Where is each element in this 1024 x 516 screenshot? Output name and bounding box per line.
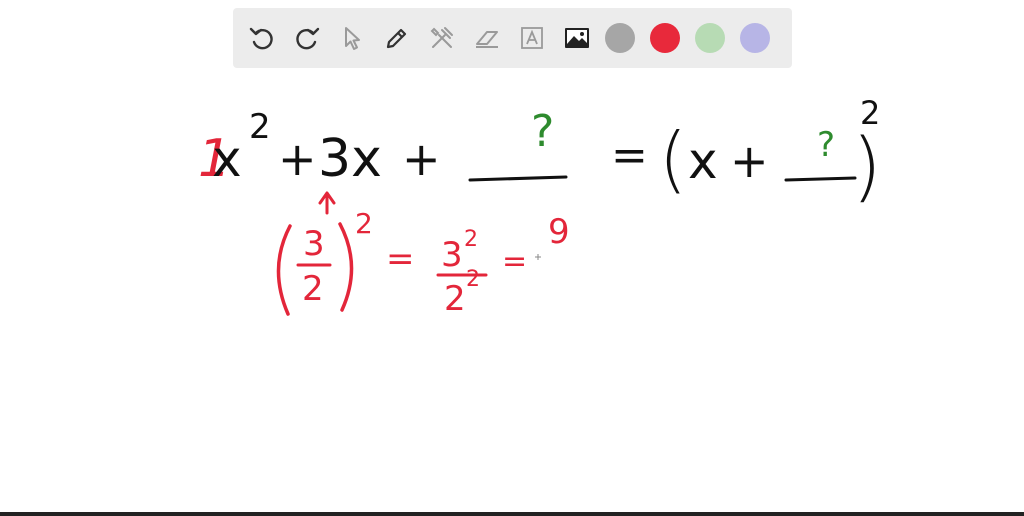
pencil-icon: [386, 28, 407, 49]
red-arrow: [318, 191, 336, 215]
select-pointer-icon: [345, 27, 360, 50]
equals-sign-red-1: =: [386, 239, 415, 279]
redo-button[interactable]: [290, 21, 324, 55]
image-icon: [565, 28, 589, 48]
crosshair-cursor-icon: [535, 254, 541, 260]
denominator-base: 2: [444, 279, 466, 319]
color-swatch-green[interactable]: [695, 23, 725, 53]
three-x-term: 3x: [318, 129, 382, 189]
equals-sign-red-2: =: [502, 244, 527, 279]
text-tool-button[interactable]: [515, 21, 549, 55]
select-button[interactable]: [335, 21, 369, 55]
drawing-toolbar: [233, 8, 792, 68]
bottom-border: [0, 512, 1024, 516]
plus-sign-2: +: [402, 132, 441, 186]
color-swatch-gray[interactable]: [605, 23, 635, 53]
blank-underline-1: [468, 175, 568, 182]
tools-icon: [430, 27, 453, 48]
blank-question-mark: ?: [531, 106, 554, 157]
whiteboard-canvas[interactable]: 1 x 2 + 3x + ? = ( x + ? ) 2 3 2 2 = 3 2…: [0, 80, 1024, 510]
pencil-button[interactable]: [380, 21, 414, 55]
red-open-paren: [276, 224, 292, 316]
fraction-exponent: 2: [355, 207, 373, 240]
image-button[interactable]: [560, 21, 594, 55]
numerator-base: 3: [441, 235, 463, 275]
equals-sign: =: [611, 130, 648, 181]
eraser-button[interactable]: [470, 21, 504, 55]
blank-underline-2: [784, 176, 857, 182]
redo-icon: [296, 27, 320, 50]
text-box-icon: [521, 27, 543, 49]
outer-exponent: 2: [860, 94, 880, 132]
denominator-exponent: 2: [466, 267, 480, 292]
color-swatch-lavender[interactable]: [740, 23, 770, 53]
tools-button[interactable]: [425, 21, 459, 55]
x-exponent: 2: [249, 107, 271, 147]
x-term: x: [212, 130, 242, 188]
plus-sign-1: +: [278, 132, 317, 186]
equation-line-1: 1 x 2 + 3x + ? = ( x + ? ) 2: [198, 94, 882, 210]
x-term-2: x: [688, 132, 718, 190]
plus-sign-3: +: [730, 134, 769, 188]
fraction-denominator: 2: [302, 269, 324, 309]
undo-button[interactable]: [245, 21, 279, 55]
fraction-numerator: 3: [303, 224, 325, 264]
red-close-paren: [338, 222, 354, 312]
numerator-exponent: 2: [464, 227, 478, 252]
result-value: 9: [548, 212, 570, 252]
undo-icon: [249, 27, 273, 50]
close-paren: ): [852, 121, 882, 210]
eraser-icon: [476, 31, 498, 48]
blank-question-mark-2: ?: [817, 125, 835, 165]
color-swatch-red[interactable]: [650, 23, 680, 53]
equation-line-2: 3 2 2 = 3 2 2 2 = 9: [276, 207, 570, 319]
open-paren: (: [659, 117, 687, 201]
